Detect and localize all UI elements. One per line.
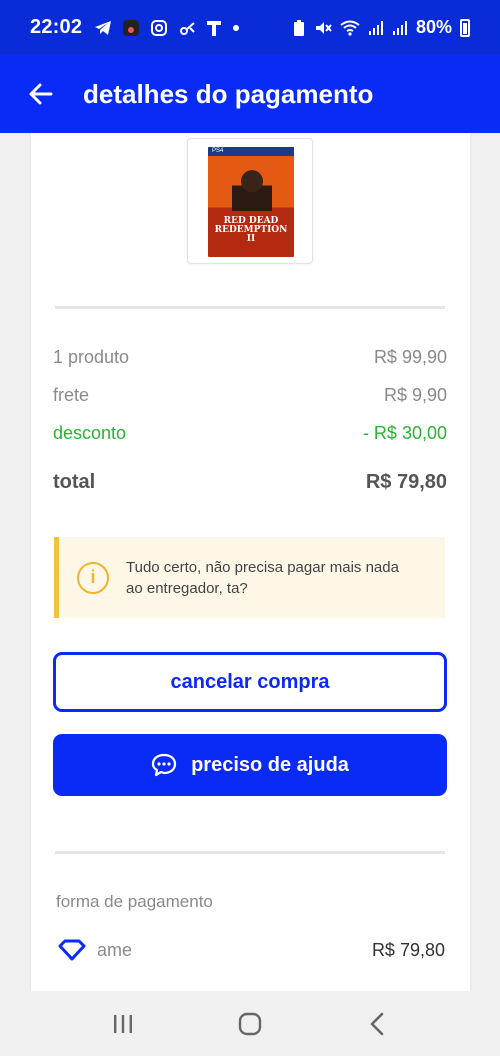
row-value: R$ 99,90 bbox=[373, 347, 447, 367]
back-button[interactable] bbox=[0, 55, 80, 133]
total-value: R$ 79,80 bbox=[365, 471, 447, 493]
signal-icon-2 bbox=[392, 20, 407, 35]
recent-apps-icon bbox=[114, 1014, 133, 1033]
payment-details-card: PS4 RED DEAD REDEMPTION II 1 produto R$ … bbox=[31, 133, 470, 991]
row-label: desconto bbox=[53, 423, 127, 443]
battery-saver-icon bbox=[293, 19, 304, 36]
page-title: detalhes do pagamento bbox=[83, 78, 374, 109]
battery-icon bbox=[460, 18, 470, 37]
summary-row-shipping: frete R$ 9,90 bbox=[53, 385, 447, 406]
chevron-left-icon bbox=[370, 1012, 383, 1035]
status-bar: 22:02 80% bbox=[0, 0, 500, 55]
signal-icon bbox=[368, 20, 383, 35]
arrow-left-icon bbox=[29, 83, 53, 105]
cover-title: RED DEAD REDEMPTION II bbox=[214, 216, 288, 244]
home-button[interactable] bbox=[230, 1004, 270, 1044]
summary-row-total: total R$ 79,80 bbox=[53, 471, 447, 494]
status-time: 22:02 bbox=[30, 16, 83, 38]
platform-label: PS4 bbox=[208, 147, 294, 156]
info-icon: i bbox=[77, 561, 109, 594]
cancel-purchase-label: cancelar compra bbox=[170, 670, 330, 693]
info-message: i Tudo certo, não precisa pagar mais nad… bbox=[54, 537, 445, 618]
payment-method-value: R$ 79,80 bbox=[371, 939, 445, 960]
app-icon-2 bbox=[180, 21, 195, 35]
row-label: frete bbox=[53, 385, 90, 405]
instagram-icon bbox=[151, 19, 168, 36]
app-icon bbox=[123, 19, 140, 36]
help-button[interactable]: preciso de ajuda bbox=[53, 734, 447, 796]
app-bar: detalhes do pagamento bbox=[0, 55, 500, 133]
telegram-icon bbox=[95, 20, 112, 35]
wifi-icon bbox=[340, 20, 360, 36]
dot-icon bbox=[233, 24, 240, 31]
summary-row-discount: desconto - R$ 30,00 bbox=[53, 423, 447, 444]
row-label: 1 produto bbox=[53, 347, 130, 367]
payment-method-title: forma de pagamento bbox=[56, 892, 213, 911]
divider bbox=[55, 851, 445, 854]
total-label: total bbox=[53, 471, 96, 493]
chat-icon bbox=[151, 753, 177, 777]
system-nav-bar bbox=[0, 991, 500, 1056]
t-icon bbox=[207, 20, 222, 36]
home-icon bbox=[238, 1012, 262, 1035]
game-cover: PS4 RED DEAD REDEMPTION II bbox=[208, 147, 294, 257]
recent-apps-button[interactable] bbox=[103, 1004, 143, 1044]
help-label: preciso de ajuda bbox=[191, 753, 349, 776]
product-image[interactable]: PS4 RED DEAD REDEMPTION II bbox=[187, 138, 313, 264]
row-value: - R$ 30,00 bbox=[362, 423, 447, 443]
cover-figure bbox=[232, 165, 272, 211]
summary-row-products: 1 produto R$ 99,90 bbox=[53, 347, 447, 368]
mute-icon bbox=[315, 21, 332, 34]
ame-icon bbox=[58, 939, 86, 961]
info-text: Tudo certo, não precisa pagar mais nada … bbox=[126, 558, 399, 597]
back-nav-button[interactable] bbox=[357, 1004, 397, 1044]
status-right: 80% bbox=[292, 17, 470, 38]
divider bbox=[55, 306, 445, 309]
payment-method-name: ame bbox=[97, 939, 133, 960]
payment-method-row: ame R$ 79,80 bbox=[57, 939, 445, 961]
notification-icons bbox=[94, 19, 240, 37]
cancel-purchase-button[interactable]: cancelar compra bbox=[53, 652, 447, 712]
row-value: R$ 9,90 bbox=[383, 385, 447, 405]
battery-percent: 80% bbox=[415, 17, 452, 37]
